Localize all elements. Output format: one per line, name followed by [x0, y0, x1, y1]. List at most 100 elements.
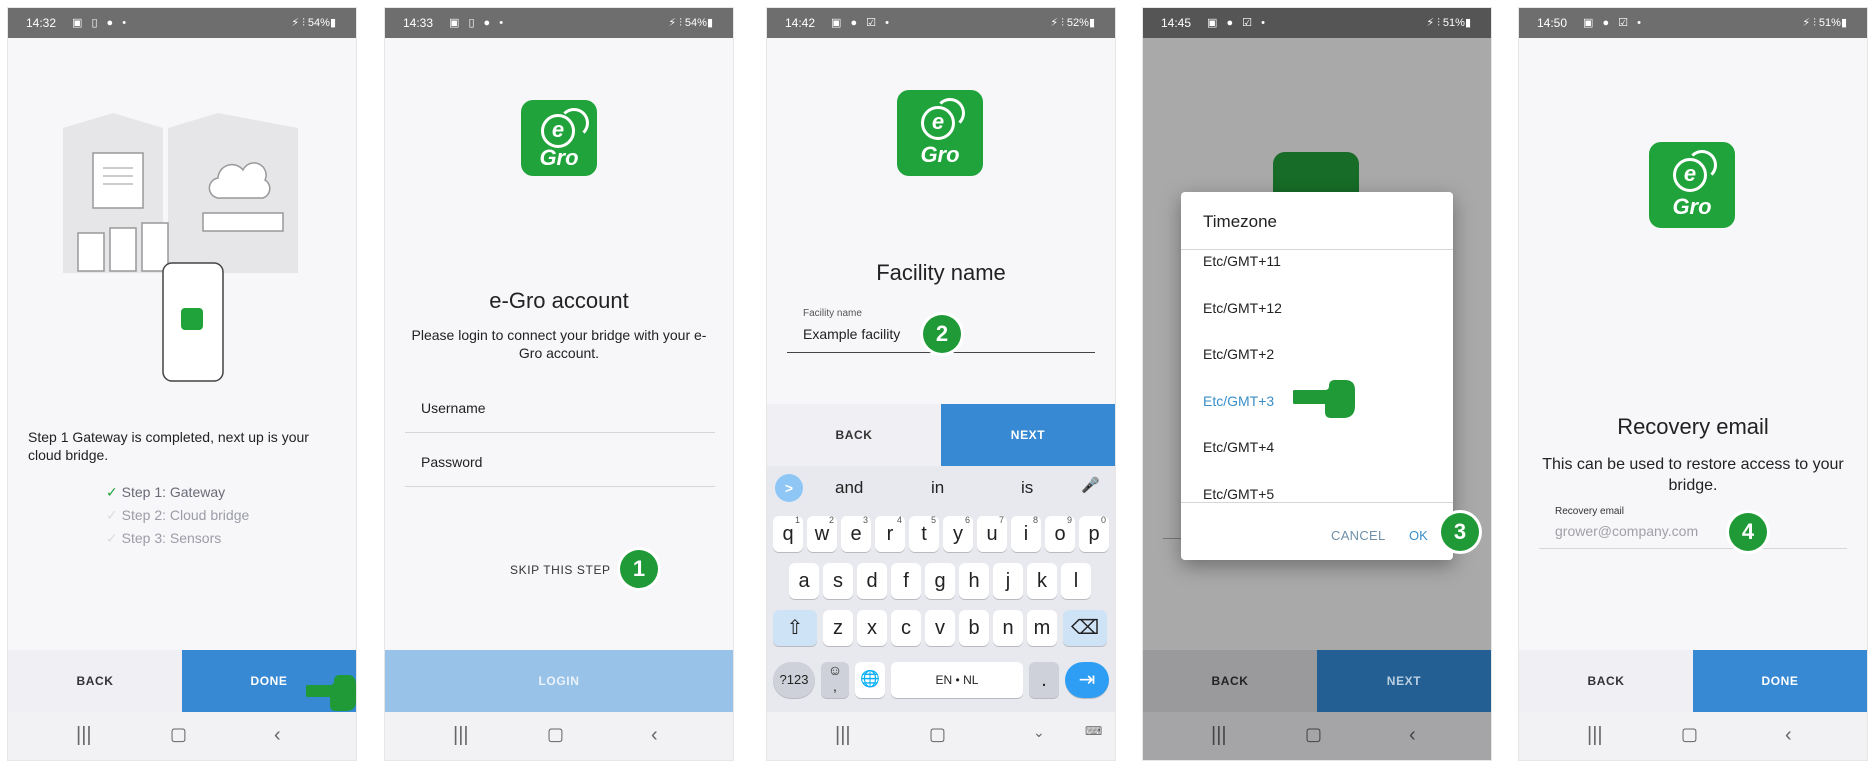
key-label: q: [782, 523, 794, 545]
next-button[interactable]: NEXT: [1317, 650, 1491, 712]
facility-name-input[interactable]: Example facility: [803, 326, 1003, 342]
next-button[interactable]: NEXT: [941, 404, 1115, 466]
key-f[interactable]: f: [891, 563, 921, 599]
ok-button[interactable]: OK: [1409, 528, 1428, 543]
key-n[interactable]: n: [993, 610, 1023, 646]
egro-logo: e Gro: [1649, 142, 1735, 228]
key-hint: 2: [828, 515, 834, 525]
back-button[interactable]: BACK: [8, 650, 182, 712]
key-c[interactable]: c: [891, 610, 921, 646]
backspace-key[interactable]: ⌫: [1063, 610, 1107, 646]
key-u[interactable]: u7: [977, 515, 1007, 552]
key-p[interactable]: p0: [1079, 515, 1109, 552]
emoji-icon: ☺: [827, 662, 843, 678]
status-bar: 14:33 ▣ ▯ ● • ⚡ ⫶ 54%▮: [385, 8, 733, 38]
key-q[interactable]: q1: [773, 515, 803, 552]
button-bar: BACK DONE: [8, 650, 356, 712]
timezone-option[interactable]: Etc/GMT+5: [1181, 471, 1453, 503]
keyboard-icon[interactable]: ⌨: [1085, 724, 1102, 738]
key-l[interactable]: l: [1061, 563, 1091, 599]
key-label: p: [1088, 523, 1100, 545]
recents-icon[interactable]: |||: [1211, 724, 1227, 747]
key-y[interactable]: y6: [943, 515, 973, 552]
step-badge: 4: [1729, 513, 1767, 551]
timezone-option[interactable]: Etc/GMT+4: [1181, 424, 1453, 471]
status-indicators: ⚡ ⫶ 51%▮: [1426, 17, 1471, 29]
globe-key[interactable]: 🌐: [855, 662, 885, 698]
symbols-key[interactable]: ?123: [773, 662, 815, 698]
recents-icon[interactable]: |||: [76, 724, 92, 747]
back-button[interactable]: BACK: [1519, 650, 1693, 712]
period-key[interactable]: .: [1029, 662, 1059, 698]
key-v[interactable]: v: [925, 610, 955, 646]
status-bar: 14:42 ▣ ● ☑ • ⚡ ⫶ 52%▮: [767, 8, 1115, 38]
timezone-option[interactable]: Etc/GMT+12: [1181, 285, 1453, 332]
recents-icon[interactable]: |||: [1587, 724, 1603, 747]
notification-icons: ▣ ● ☑ •: [831, 17, 892, 29]
shift-key[interactable]: ⇧: [773, 610, 817, 646]
cancel-button[interactable]: CANCEL: [1331, 528, 1386, 543]
back-nav-icon[interactable]: ‹: [1785, 724, 1792, 747]
home-icon[interactable]: ▢: [170, 724, 187, 745]
key-t[interactable]: t5: [909, 515, 939, 552]
key-b[interactable]: b: [959, 610, 989, 646]
facility-name-label: Facility name: [803, 308, 862, 319]
status-bar: 14:45 ▣ ● ☑ • ⚡ ⫶ 51%▮: [1143, 8, 1491, 38]
key-h[interactable]: h: [959, 563, 989, 599]
suggestion-item[interactable]: is: [1021, 478, 1033, 498]
status-time: 14:32: [26, 16, 57, 30]
key-i[interactable]: i8: [1011, 515, 1041, 552]
button-bar: BACK NEXT: [767, 404, 1115, 466]
back-button[interactable]: BACK: [767, 404, 941, 466]
key-m[interactable]: m: [1027, 610, 1057, 646]
login-button[interactable]: LOGIN: [385, 650, 733, 712]
timezone-option[interactable]: Etc/GMT+2: [1181, 331, 1453, 378]
emoji-key[interactable]: ☺,: [821, 662, 849, 698]
key-e[interactable]: e3: [841, 515, 871, 552]
skip-step-button[interactable]: SKIP THIS STEP: [510, 563, 611, 577]
key-label: r: [886, 523, 894, 545]
recovery-email-input[interactable]: grower@company.com: [1555, 523, 1755, 539]
done-button[interactable]: DONE: [1693, 650, 1867, 712]
key-g[interactable]: g: [925, 563, 955, 599]
password-input[interactable]: Password: [421, 454, 697, 476]
username-input[interactable]: Username: [421, 400, 697, 422]
key-hint: 7: [998, 515, 1004, 525]
step-label: Step 3: Sensors: [121, 530, 222, 546]
recents-icon[interactable]: |||: [835, 724, 851, 747]
step-badge: 3: [1441, 513, 1479, 551]
back-nav-icon[interactable]: ‹: [651, 724, 658, 747]
space-key[interactable]: EN • NL: [891, 662, 1023, 698]
enter-key[interactable]: ⇥: [1065, 662, 1109, 698]
suggestion-item[interactable]: in: [931, 478, 944, 498]
key-z[interactable]: z: [823, 610, 853, 646]
back-nav-icon[interactable]: ‹: [274, 724, 281, 747]
key-s[interactable]: s: [823, 563, 853, 599]
button-bar: BACK DONE: [1519, 650, 1867, 712]
key-j[interactable]: j: [993, 563, 1023, 599]
key-r[interactable]: r4: [875, 515, 905, 552]
key-a[interactable]: a: [789, 563, 819, 599]
suggest-expand-button[interactable]: >: [775, 474, 803, 502]
divider: [405, 486, 715, 487]
system-nav-bar: ||| ▢ ‹: [1143, 712, 1491, 760]
key-k[interactable]: k: [1027, 563, 1057, 599]
back-nav-icon[interactable]: ‹: [1409, 724, 1416, 747]
key-x[interactable]: x: [857, 610, 887, 646]
key-d[interactable]: d: [857, 563, 887, 599]
system-nav-bar: ||| ▢ ⌄ ⌨: [767, 712, 1115, 760]
microphone-icon[interactable]: 🎤: [1081, 476, 1100, 494]
timezone-option[interactable]: Etc/GMT+11: [1181, 250, 1453, 285]
keyboard-hide-icon[interactable]: ⌄: [1033, 724, 1045, 741]
key-hint: 5: [930, 515, 936, 525]
back-button[interactable]: BACK: [1143, 650, 1317, 712]
home-icon[interactable]: ▢: [1305, 724, 1322, 745]
divider: [405, 432, 715, 433]
home-icon[interactable]: ▢: [929, 724, 946, 745]
home-icon[interactable]: ▢: [547, 724, 564, 745]
suggestion-item[interactable]: and: [835, 478, 863, 498]
home-icon[interactable]: ▢: [1681, 724, 1698, 745]
recents-icon[interactable]: |||: [453, 724, 469, 747]
key-o[interactable]: o9: [1045, 515, 1075, 552]
key-w[interactable]: w2: [807, 515, 837, 552]
